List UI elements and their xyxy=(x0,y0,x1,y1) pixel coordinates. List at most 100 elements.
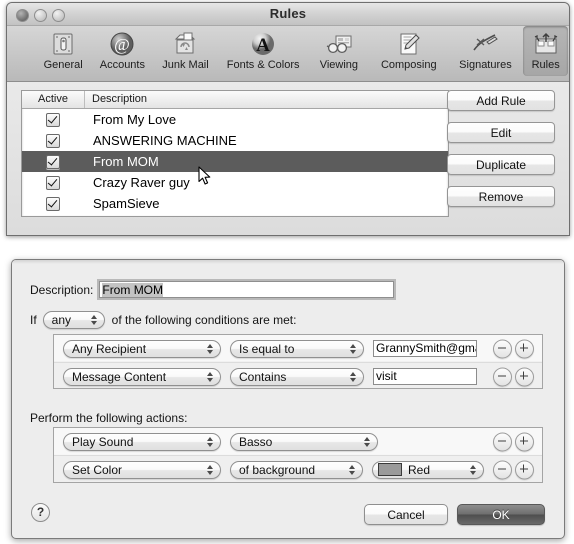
preferences-toolbar: General @ Accounts Junk Mail A Fonts & C… xyxy=(7,26,569,82)
rule-description: From MOM xyxy=(93,154,159,169)
action-color-value: Red xyxy=(408,462,431,477)
remove-action-button[interactable] xyxy=(493,460,512,479)
if-suffix-label: of the following conditions are met: xyxy=(111,313,297,327)
action-type-value: Play Sound xyxy=(72,434,134,449)
condition-value-input[interactable]: GrannySmith@gma xyxy=(373,340,477,357)
condition-field-value: Message Content xyxy=(72,369,167,384)
action-type-popup[interactable]: Set Color xyxy=(63,460,221,479)
table-row[interactable]: From MOM xyxy=(22,151,448,172)
actions-group: Play Sound Basso Set Color of background xyxy=(53,427,543,483)
toolbar-item-fonts-colors[interactable]: A Fonts & Colors xyxy=(219,26,308,76)
rule-active-checkbox[interactable] xyxy=(22,154,84,169)
condition-field-popup[interactable]: Message Content xyxy=(63,367,221,386)
chevron-updown-icon xyxy=(349,464,356,476)
rules-table[interactable]: Active Description From My Love ANSWERIN… xyxy=(21,90,449,217)
action-row-buttons xyxy=(490,432,534,451)
condition-operator-popup[interactable]: Is equal to xyxy=(230,339,364,358)
table-row[interactable]: From My Love xyxy=(22,109,448,130)
toolbar-item-accounts[interactable]: @ Accounts xyxy=(92,26,152,76)
table-row[interactable]: ANSWERING MACHINE xyxy=(22,130,448,151)
condition-field-value: Any Recipient xyxy=(72,341,147,356)
table-row[interactable]: SpamSieve xyxy=(22,193,448,214)
table-row[interactable]: Crazy Raver guy xyxy=(22,172,448,193)
chevron-updown-icon xyxy=(207,464,214,476)
rules-table-header: Active Description xyxy=(22,91,448,109)
action-row: Set Color of background Red xyxy=(54,455,542,483)
actions-section-label: Perform the following actions: xyxy=(30,411,188,425)
toolbar-item-rules[interactable]: Rules xyxy=(523,26,568,76)
rule-active-checkbox[interactable] xyxy=(22,112,84,127)
description-input[interactable] xyxy=(97,279,397,300)
action-param-value: Basso xyxy=(239,434,273,449)
toolbar-item-signatures[interactable]: Signatures xyxy=(449,26,523,76)
toolbar-label: Accounts xyxy=(99,59,145,71)
column-header-description[interactable]: Description xyxy=(85,91,448,108)
toolbar-item-composing[interactable]: Composing xyxy=(370,26,448,76)
ok-button[interactable]: OK xyxy=(457,504,545,525)
action-color-popup[interactable]: Red xyxy=(372,460,484,479)
match-type-popup[interactable]: any xyxy=(42,311,105,329)
chevron-updown-icon xyxy=(207,343,214,355)
column-header-active[interactable]: Active xyxy=(22,91,85,108)
condition-operator-value: Is equal to xyxy=(239,341,295,356)
rules-action-buttons: Add Rule Edit Duplicate Remove xyxy=(447,90,555,218)
condition-operator-value: Contains xyxy=(239,369,287,384)
toolbar-label: Signatures xyxy=(459,59,512,71)
action-param-popup[interactable]: Basso xyxy=(230,432,378,451)
condition-value-input[interactable]: visit xyxy=(373,368,477,385)
help-button[interactable]: ? xyxy=(31,503,50,522)
toolbar-label: Junk Mail xyxy=(162,59,209,71)
add-condition-button[interactable] xyxy=(515,367,534,386)
add-action-button[interactable] xyxy=(515,432,534,451)
match-type-value: any xyxy=(51,313,72,327)
condition-match-row: If any of the following conditions are m… xyxy=(30,311,302,329)
cancel-button[interactable]: Cancel xyxy=(364,504,448,525)
chevron-updown-icon xyxy=(90,314,98,326)
color-swatch xyxy=(378,463,402,476)
rule-description: SpamSieve xyxy=(93,196,160,211)
dialog-top-edge xyxy=(12,260,564,264)
rule-active-checkbox[interactable] xyxy=(22,175,84,190)
rule-description: Crazy Raver guy xyxy=(93,175,190,190)
chevron-updown-icon xyxy=(470,464,477,476)
condition-row-buttons xyxy=(490,339,534,358)
remove-condition-button[interactable] xyxy=(493,367,512,386)
condition-field-popup[interactable]: Any Recipient xyxy=(63,339,221,358)
window-titlebar[interactable]: Rules xyxy=(7,3,569,26)
general-icon xyxy=(35,29,91,59)
rule-active-checkbox[interactable] xyxy=(22,196,84,211)
edit-button[interactable]: Edit xyxy=(447,122,555,143)
remove-button[interactable]: Remove xyxy=(447,186,555,207)
rule-description: ANSWERING MACHINE xyxy=(93,133,237,148)
junk-mail-icon xyxy=(153,29,217,59)
action-param-popup[interactable]: of background xyxy=(230,460,363,479)
rules-window: Rules General @ Accounts Junk Mail A Fon… xyxy=(6,2,570,236)
rule-active-checkbox[interactable] xyxy=(22,133,84,148)
action-type-value: Set Color xyxy=(72,462,123,477)
duplicate-button[interactable]: Duplicate xyxy=(447,154,555,175)
chevron-updown-icon xyxy=(350,371,357,383)
chevron-updown-icon xyxy=(207,436,214,448)
remove-action-button[interactable] xyxy=(493,432,512,451)
if-label: If xyxy=(30,313,37,327)
description-row: Description: xyxy=(30,279,397,300)
toolbar-item-general[interactable]: General xyxy=(35,26,91,76)
toolbar-item-junk-mail[interactable]: Junk Mail xyxy=(153,26,217,76)
accounts-at-icon: @ xyxy=(92,29,152,59)
condition-row-buttons xyxy=(490,367,534,386)
svg-text:A: A xyxy=(256,35,270,56)
rule-description: From My Love xyxy=(93,112,177,127)
edit-rule-dialog: Description: If any of the following con… xyxy=(11,259,565,539)
remove-condition-button[interactable] xyxy=(493,339,512,358)
toolbar-item-viewing[interactable]: Viewing xyxy=(309,26,369,76)
action-param-value: of background xyxy=(239,462,316,477)
add-action-button[interactable] xyxy=(515,460,534,479)
window-title: Rules xyxy=(269,6,307,21)
rules-icon xyxy=(523,29,568,59)
add-rule-button[interactable]: Add Rule xyxy=(447,90,555,111)
condition-operator-popup[interactable]: Contains xyxy=(230,367,364,386)
add-condition-button[interactable] xyxy=(515,339,534,358)
description-label: Description: xyxy=(30,282,94,297)
composing-icon xyxy=(370,29,448,59)
action-type-popup[interactable]: Play Sound xyxy=(63,432,221,451)
